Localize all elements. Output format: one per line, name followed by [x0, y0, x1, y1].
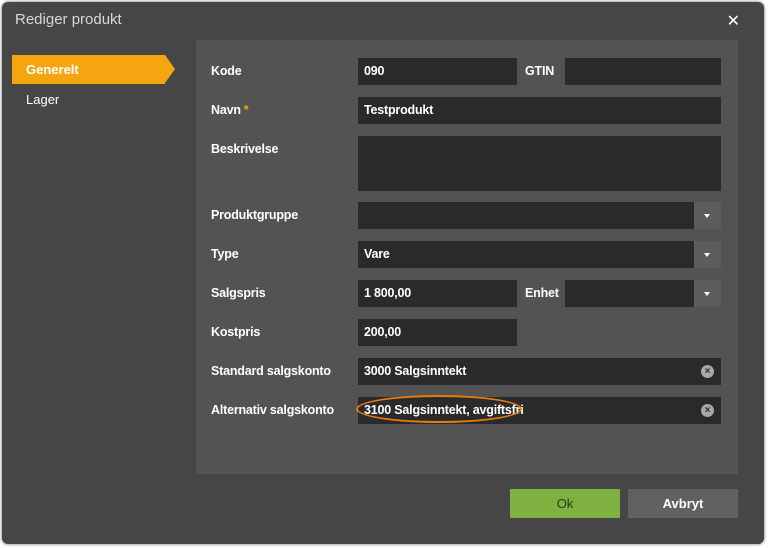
- dialog-title: Rediger produkt: [15, 11, 122, 28]
- alternativ-salgskonto-clear-icon[interactable]: ×: [701, 404, 714, 417]
- gtin-input[interactable]: [565, 58, 721, 85]
- nav-item-generelt[interactable]: Generelt: [12, 55, 175, 84]
- kostpris-input[interactable]: 200,00: [358, 319, 517, 346]
- navn-input[interactable]: Testprodukt: [358, 97, 721, 124]
- enhet-select[interactable]: [565, 280, 694, 307]
- beskrivelse-textarea[interactable]: [358, 136, 721, 191]
- gtin-label: GTIN: [525, 64, 555, 78]
- standard-salgskonto-label: Standard salgskonto: [211, 364, 331, 378]
- standard-salgskonto-clear-icon[interactable]: ×: [701, 365, 714, 378]
- alternativ-salgskonto-label: Alternativ salgskonto: [211, 403, 334, 417]
- kode-label: Kode: [211, 64, 242, 78]
- produktgruppe-label: Produktgruppe: [211, 208, 298, 222]
- type-select[interactable]: Vare: [358, 241, 694, 268]
- kostpris-label: Kostpris: [211, 325, 261, 339]
- navn-label: Navn *: [211, 103, 249, 117]
- close-icon[interactable]: ✕: [727, 11, 740, 31]
- nav-item-lager[interactable]: Lager: [12, 85, 59, 114]
- type-chevron-down-icon[interactable]: [694, 241, 721, 268]
- highlight-ellipse: [356, 395, 522, 423]
- beskrivelse-label: Beskrivelse: [211, 142, 279, 156]
- type-label: Type: [211, 247, 239, 261]
- kode-input[interactable]: 090: [358, 58, 517, 85]
- produktgruppe-chevron-down-icon[interactable]: [694, 202, 721, 229]
- salgspris-label: Salgspris: [211, 286, 266, 300]
- produktgruppe-select[interactable]: [358, 202, 694, 229]
- standard-salgskonto-input[interactable]: 3000 Salgsinntekt: [358, 358, 721, 385]
- cancel-button[interactable]: Avbryt: [628, 489, 738, 518]
- salgspris-input[interactable]: 1 800,00: [358, 280, 517, 307]
- enhet-label: Enhet: [525, 286, 559, 300]
- ok-button[interactable]: Ok: [510, 489, 620, 518]
- navn-label-text: Navn: [211, 103, 241, 117]
- required-mark: *: [243, 103, 249, 117]
- enhet-chevron-down-icon[interactable]: [694, 280, 721, 307]
